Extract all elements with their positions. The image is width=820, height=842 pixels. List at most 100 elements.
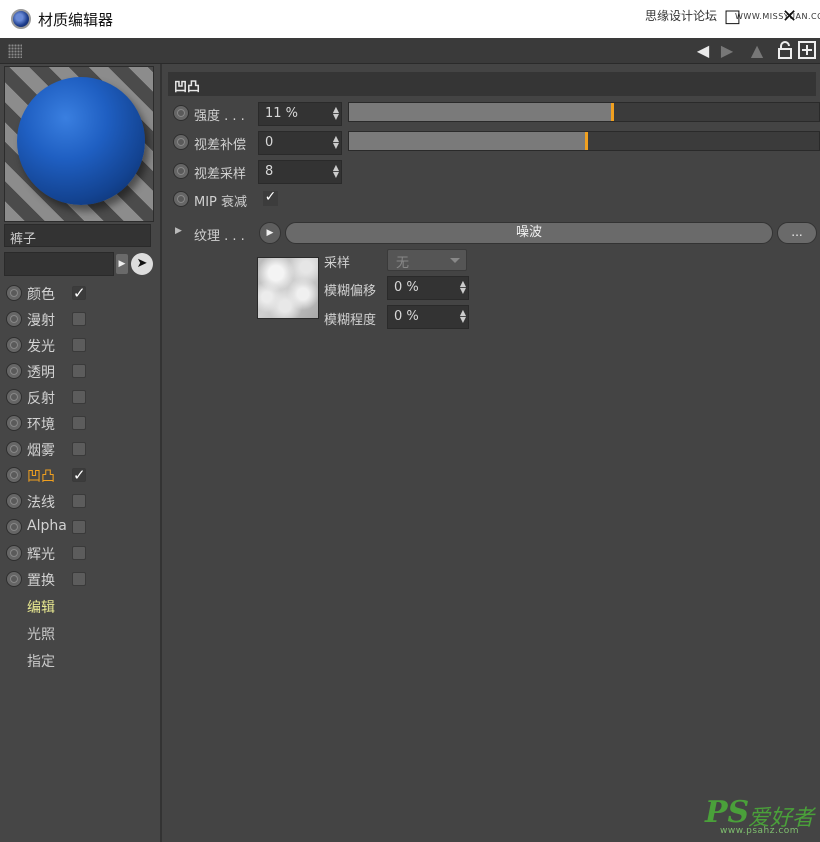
lock-icon[interactable]	[774, 41, 796, 61]
radio-icon[interactable]	[6, 415, 22, 431]
channel-item[interactable]: 反射	[4, 386, 154, 408]
channel-checkbox[interactable]	[72, 520, 86, 534]
expand-arrow-icon[interactable]: ▶	[116, 254, 128, 274]
strength-input[interactable]: 11 % ▲ ▼	[258, 102, 342, 126]
channel-label[interactable]: 凹凸	[27, 466, 55, 486]
material-name-field[interactable]: 裤子	[4, 224, 151, 247]
radio-icon[interactable]	[6, 467, 22, 483]
radio-icon[interactable]	[173, 191, 189, 207]
channel-checkbox[interactable]	[72, 416, 86, 430]
channel-label[interactable]: 透明	[27, 362, 55, 382]
expand-triangle-icon[interactable]: ▶	[175, 226, 182, 236]
grip-handle-icon[interactable]	[8, 44, 22, 58]
texture-menu-button[interactable]: ▶	[259, 222, 281, 244]
channel-checkbox[interactable]	[72, 494, 86, 508]
param-row-mip: MIP 衰减 ✓	[171, 188, 816, 212]
channel-item[interactable]: 辉光	[4, 542, 154, 564]
channel-checkbox[interactable]	[72, 390, 86, 404]
channel-label[interactable]: 烟雾	[27, 440, 55, 460]
channel-item[interactable]: 颜色 ✓	[4, 282, 154, 304]
channel-label[interactable]: 反射	[27, 388, 55, 408]
radio-icon[interactable]	[173, 163, 189, 179]
channel-label[interactable]: 置换	[27, 570, 55, 590]
close-button[interactable]: ✕	[782, 6, 797, 27]
channel-label[interactable]: 颜色	[27, 284, 55, 304]
shader-button[interactable]: 噪波	[285, 222, 773, 244]
radio-icon[interactable]	[6, 389, 22, 405]
channel-label[interactable]: 环境	[27, 414, 55, 434]
spinner-icon[interactable]: ▲ ▼	[460, 280, 466, 295]
channel-label[interactable]: 辉光	[27, 544, 55, 564]
radio-icon[interactable]	[6, 519, 22, 535]
mip-checkbox[interactable]: ✓	[263, 190, 278, 206]
channel-label[interactable]: 漫射	[27, 310, 55, 330]
minimize-button[interactable]: □	[724, 6, 741, 27]
channel-item[interactable]: 漫射	[4, 308, 154, 330]
radio-icon[interactable]	[6, 311, 22, 327]
radio-icon[interactable]	[173, 105, 189, 121]
arrow-left-icon[interactable]: ◀	[692, 41, 714, 61]
nav-link[interactable]: 编辑	[27, 597, 55, 617]
strength-slider[interactable]	[348, 102, 820, 122]
channel-item[interactable]: 环境	[4, 412, 154, 434]
blur-offset-label: 模糊偏移	[324, 284, 377, 299]
material-preview[interactable]	[4, 66, 154, 222]
channel-filter-row: ▶ ➤	[4, 252, 154, 278]
channel-checkbox[interactable]	[72, 338, 86, 352]
channel-item[interactable]: 法线	[4, 490, 154, 512]
channel-checkbox[interactable]	[72, 546, 86, 560]
arrow-right-icon[interactable]: ▶	[716, 41, 738, 61]
slider-knob[interactable]	[611, 103, 615, 121]
parallax-offset-slider[interactable]	[348, 131, 820, 151]
channel-item[interactable]: Alpha	[4, 516, 154, 538]
param-label: 视差采样	[194, 167, 247, 182]
right-panel: 凹凸 强度 . . . 11 % ▲ ▼ 视差补偿 0 ▲ ▼ 视差采样 8 ▲ ▼	[165, 64, 820, 842]
channel-checkbox[interactable]	[72, 442, 86, 456]
spinner-icon[interactable]: ▲ ▼	[333, 164, 339, 179]
radio-icon[interactable]	[6, 571, 22, 587]
texture-label: 纹理 . . .	[194, 229, 245, 244]
channel-item[interactable]: 凹凸 ✓	[4, 464, 154, 486]
channel-checkbox[interactable]: ✓	[72, 286, 86, 301]
channel-checkbox[interactable]	[72, 572, 86, 586]
parallax-samples-input[interactable]: 8 ▲ ▼	[258, 160, 342, 184]
radio-icon[interactable]	[173, 134, 189, 150]
arrow-up-icon[interactable]: ▲	[746, 41, 768, 61]
channel-label[interactable]: Alpha	[27, 518, 67, 534]
radio-icon[interactable]	[6, 441, 22, 457]
param-label: MIP 衰减	[194, 195, 248, 210]
channel-item[interactable]: 发光	[4, 334, 154, 356]
cursor-pick-icon[interactable]: ➤	[131, 253, 153, 275]
texture-thumbnail[interactable]	[257, 257, 319, 319]
app-icon	[11, 9, 31, 29]
nav-link[interactable]: 指定	[27, 651, 55, 671]
blur-scale-input[interactable]: 0 % ▲ ▼	[387, 305, 469, 329]
radio-icon[interactable]	[6, 337, 22, 353]
spinner-icon[interactable]: ▲ ▼	[333, 106, 339, 121]
new-window-icon[interactable]	[796, 41, 818, 61]
spinner-icon[interactable]: ▲ ▼	[333, 135, 339, 150]
channel-checkbox[interactable]	[72, 364, 86, 378]
param-label: 视差补偿	[194, 138, 247, 153]
channel-item[interactable]: 透明	[4, 360, 154, 382]
channel-checkbox[interactable]	[72, 312, 86, 326]
spinner-icon[interactable]: ▲ ▼	[460, 309, 466, 324]
radio-icon[interactable]	[6, 493, 22, 509]
blur-offset-input[interactable]: 0 % ▲ ▼	[387, 276, 469, 300]
channel-checkbox[interactable]: ✓	[72, 468, 86, 483]
sampling-dropdown[interactable]: 无	[387, 249, 467, 271]
channel-label[interactable]: 发光	[27, 336, 55, 356]
radio-icon[interactable]	[6, 545, 22, 561]
channel-filter-input[interactable]	[4, 252, 114, 276]
slider-knob[interactable]	[585, 132, 589, 150]
section-title: 凹凸	[168, 72, 816, 96]
title-bar: 材质编辑器 思缘设计论坛 WWW.MISSYUAN.COM □ ✕	[0, 0, 820, 38]
parallax-offset-input[interactable]: 0 ▲ ▼	[258, 131, 342, 155]
radio-icon[interactable]	[6, 285, 22, 301]
channel-item[interactable]: 烟雾	[4, 438, 154, 460]
channel-label[interactable]: 法线	[27, 492, 55, 512]
channel-item[interactable]: 置换	[4, 568, 154, 590]
radio-icon[interactable]	[6, 363, 22, 379]
nav-link[interactable]: 光照	[27, 624, 55, 644]
more-button[interactable]: ...	[777, 222, 817, 244]
